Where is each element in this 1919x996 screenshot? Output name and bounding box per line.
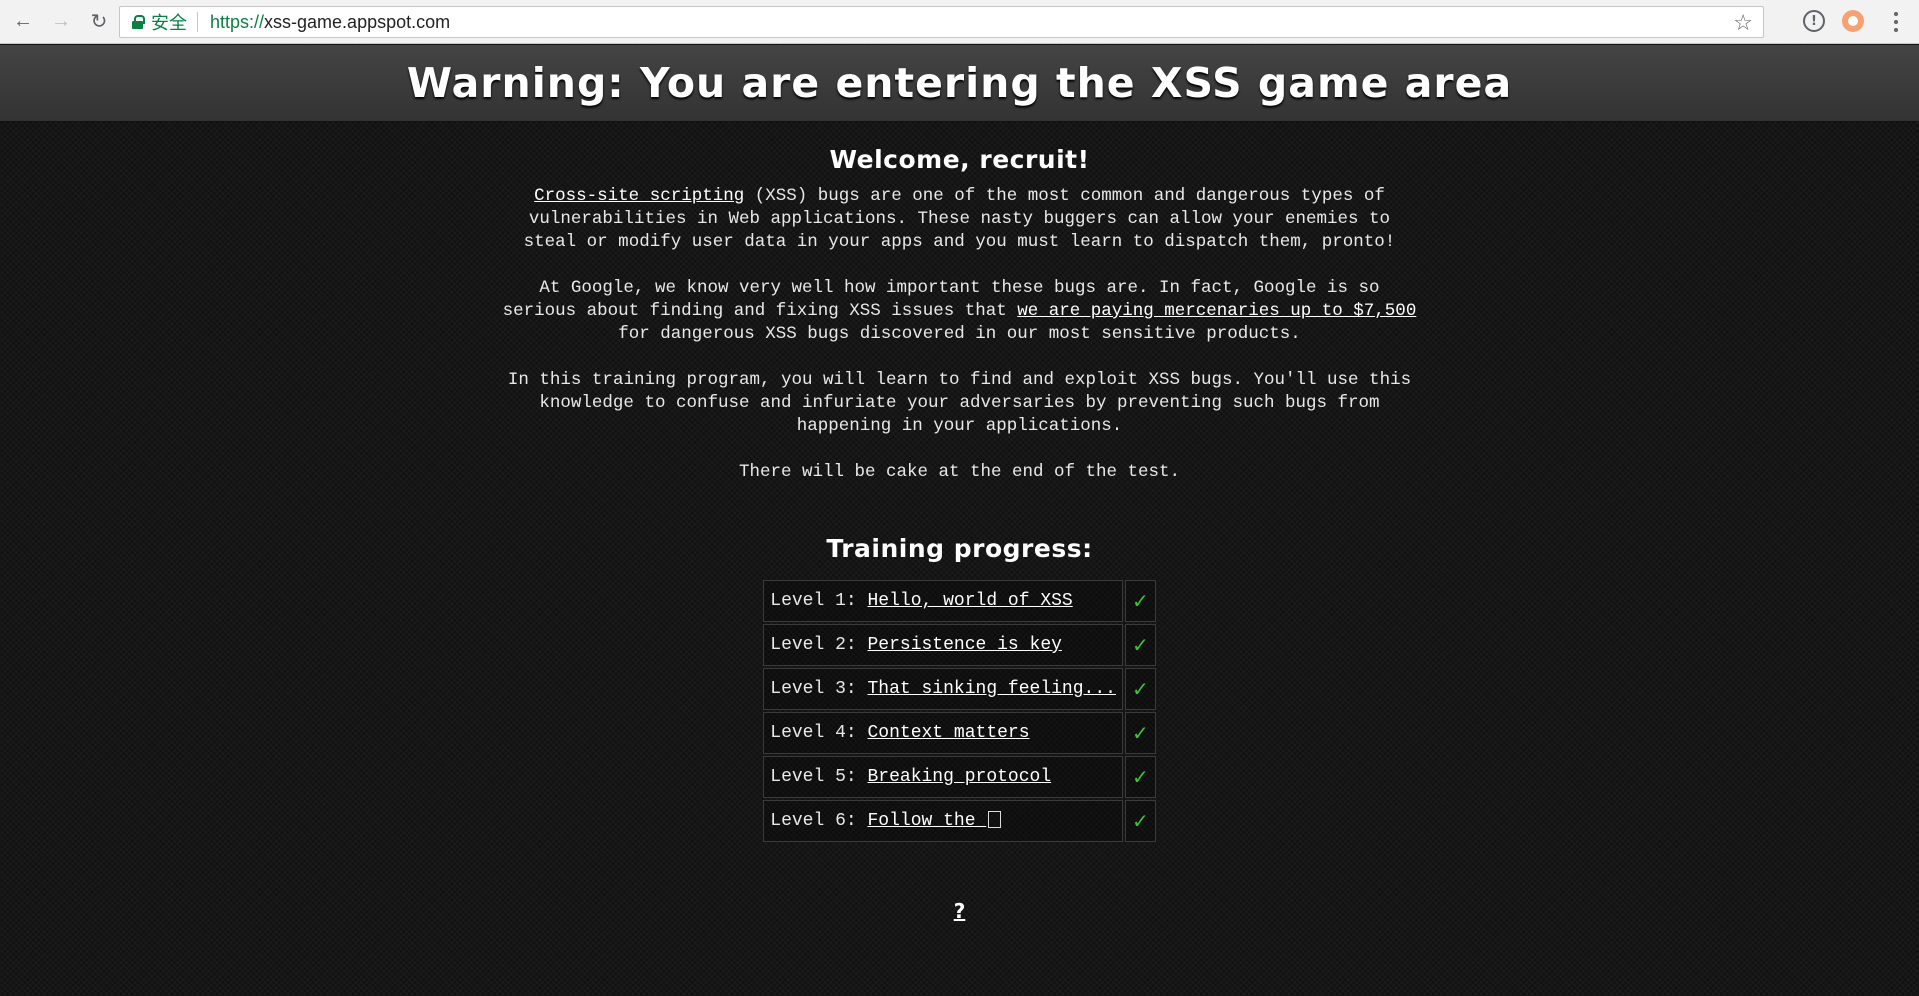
- help-link[interactable]: ?: [954, 899, 966, 923]
- lock-icon: [132, 15, 145, 29]
- level-prefix: Level 5:: [770, 767, 868, 787]
- intro-paragraph-2: At Google, we know very well how importa…: [500, 277, 1420, 346]
- level-3-link[interactable]: That sinking feeling...: [868, 679, 1116, 699]
- info-extension-button[interactable]: !: [1803, 10, 1825, 32]
- level-row: Level 1: Hello, world of XSS ✓: [763, 580, 1156, 622]
- level-prefix: Level 4:: [770, 723, 868, 743]
- star-icon[interactable]: ☆: [1733, 10, 1753, 36]
- back-button[interactable]: ←: [8, 7, 38, 37]
- intro-paragraph-1: Cross-site scripting (XSS) bugs are one …: [500, 185, 1420, 254]
- level-cell: Level 2: Persistence is key: [763, 624, 1123, 666]
- browser-toolbar: ← → ↻ 安全 https:// xss-game.appspot.com ☆…: [0, 0, 1919, 44]
- checkmark-icon: ✓: [1124, 756, 1156, 798]
- reload-button[interactable]: ↻: [84, 7, 114, 37]
- url-scheme: https://: [210, 11, 265, 32]
- level-cell: Level 6: Follow the: [763, 800, 1123, 842]
- level-cell: Level 1: Hello, world of XSS: [763, 580, 1123, 622]
- level-row: Level 5: Breaking protocol ✓: [763, 756, 1156, 798]
- intro-paragraph-3: In this training program, you will learn…: [507, 370, 1412, 436]
- level-row: Level 4: Context matters ✓: [763, 712, 1156, 754]
- address-divider: [197, 12, 198, 32]
- level-cell: Level 3: That sinking feeling...: [763, 668, 1123, 710]
- checkmark-icon: ✓: [1124, 580, 1156, 622]
- progress-heading: Training progress:: [826, 534, 1093, 563]
- welcome-heading: Welcome, recruit!: [829, 145, 1090, 174]
- orange-circle-icon: [1848, 16, 1858, 26]
- level-cell: Level 4: Context matters: [763, 712, 1123, 754]
- level-6-name: Follow the: [867, 811, 987, 831]
- xss-wiki-link[interactable]: Cross-site scripting: [534, 186, 744, 206]
- level-2-link[interactable]: Persistence is key: [868, 635, 1062, 655]
- level-row: Level 2: Persistence is key ✓: [763, 624, 1156, 666]
- checkmark-icon: ✓: [1124, 668, 1156, 710]
- checkmark-icon: ✓: [1124, 712, 1156, 754]
- main-content: Welcome, recruit! Cross-site scripting (…: [0, 145, 1919, 923]
- reload-icon: ↻: [90, 11, 108, 33]
- level-prefix: Level 2:: [770, 635, 868, 655]
- level-prefix: Level 6:: [770, 811, 868, 831]
- level-cell: Level 5: Breaking protocol: [763, 756, 1123, 798]
- more-vert-icon[interactable]: [1886, 12, 1906, 32]
- intro-paragraph-2-after: for dangerous XSS bugs discovered in our…: [618, 324, 1301, 344]
- forward-button[interactable]: →: [46, 7, 76, 37]
- levels-table: Level 1: Hello, world of XSS ✓ Level 2: …: [761, 578, 1157, 844]
- page-banner: Warning: You are entering the XSS game a…: [0, 45, 1919, 122]
- missing-glyph-icon: [988, 811, 1002, 828]
- intro-text: Cross-site scripting (XSS) bugs are one …: [500, 185, 1420, 507]
- address-bar[interactable]: 安全 https:// xss-game.appspot.com ☆: [119, 6, 1764, 38]
- bounty-link[interactable]: we are paying mercenaries up to $7,500: [1017, 301, 1416, 321]
- level-6-link[interactable]: Follow the: [868, 811, 1002, 831]
- orange-extension-button[interactable]: [1842, 10, 1864, 32]
- intro-paragraph-4: There will be cake at the end of the tes…: [738, 462, 1181, 482]
- level-row: Level 3: That sinking feeling... ✓: [763, 668, 1156, 710]
- level-1-link[interactable]: Hello, world of XSS: [868, 591, 1073, 611]
- arrow-right-icon: →: [51, 10, 71, 32]
- level-4-link[interactable]: Context matters: [868, 723, 1030, 743]
- checkmark-icon: ✓: [1124, 624, 1156, 666]
- level-row: Level 6: Follow the ✓: [763, 800, 1156, 842]
- secure-label: 安全: [151, 13, 187, 33]
- url-host: xss-game.appspot.com: [264, 11, 451, 32]
- level-prefix: Level 3:: [770, 679, 868, 699]
- arrow-left-icon: ←: [13, 10, 33, 32]
- page-title: Warning: You are entering the XSS game a…: [406, 59, 1513, 107]
- checkmark-icon: ✓: [1124, 800, 1156, 842]
- level-5-link[interactable]: Breaking protocol: [868, 767, 1052, 787]
- info-icon: !: [1811, 13, 1817, 29]
- level-prefix: Level 1:: [770, 591, 868, 611]
